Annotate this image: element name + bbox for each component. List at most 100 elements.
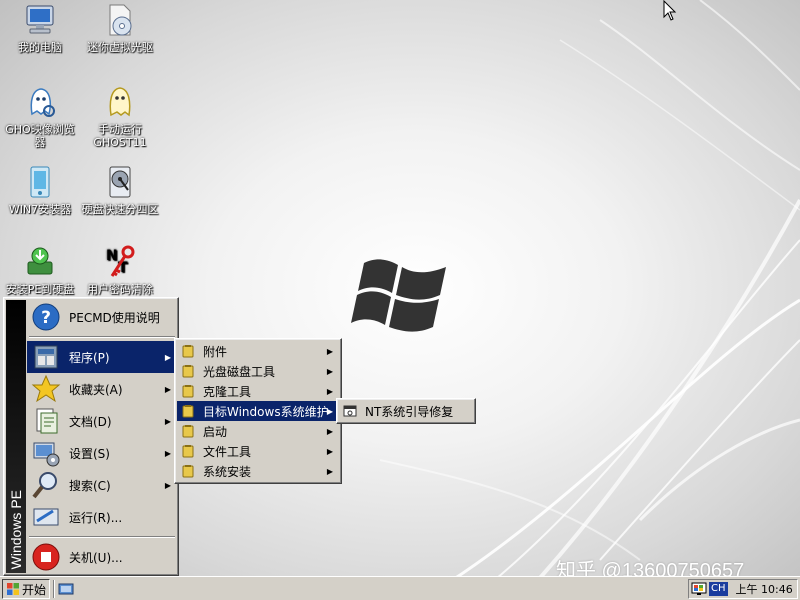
start-item-run[interactable]: 运行(R)...	[27, 501, 177, 533]
submenu-arrow-icon: ▶	[164, 416, 171, 426]
submenu-arrow-icon: ▶	[164, 480, 171, 490]
folder-icon	[182, 405, 194, 418]
disk-partition-icon	[109, 166, 131, 198]
side-band-text: Windows PE	[8, 489, 24, 569]
programs-item-accessories[interactable]: 附件 ▶	[177, 341, 339, 361]
programs-item-file-tools[interactable]: 文件工具 ▶	[177, 441, 339, 461]
start-item-label: 设置(S)	[69, 446, 110, 461]
maintenance-submenu: NT系统引导修复	[336, 398, 476, 424]
mouse-cursor-icon	[663, 0, 677, 21]
start-item-search[interactable]: 搜索(C) ▶	[27, 469, 177, 501]
system-tray: CH 上午 10:46	[688, 579, 798, 599]
start-item-label: 文档(D)	[69, 414, 112, 429]
start-item-shutdown[interactable]: 关机(U)...	[27, 541, 177, 573]
desktop-icon-virtual-drive[interactable]: 迷你虚拟光驱	[80, 2, 160, 54]
show-desktop-icon[interactable]	[58, 581, 74, 597]
start-menu: Windows PE ? PECMD使用说明 程序(P) ▶ 收藏夹(A) ▶	[3, 297, 179, 576]
maintenance-item-nt-boot-repair[interactable]: NT系统引导修复	[339, 401, 473, 421]
quicklaunch-separator	[53, 580, 55, 598]
settings-icon	[33, 442, 60, 467]
windows-logo	[351, 259, 446, 332]
taskbar: 开始 CH 上午 10:46	[0, 576, 800, 600]
folder-icon	[182, 345, 194, 358]
maintenance-item-label: NT系统引导修复	[365, 404, 454, 419]
start-menu-separator	[29, 336, 175, 338]
desktop-icon-label: 手动运行GHOST11	[93, 123, 147, 149]
my-computer-icon	[26, 5, 54, 34]
start-button[interactable]: 开始	[2, 579, 50, 599]
submenu-arrow-icon: ▶	[326, 346, 333, 356]
start-item-programs[interactable]: 程序(P) ▶	[27, 341, 177, 373]
programs-item-label: 光盘磁盘工具	[203, 364, 276, 379]
start-item-label: PECMD使用说明	[69, 310, 160, 325]
start-item-documents[interactable]: 文档(D) ▶	[27, 405, 177, 437]
help-icon: ?	[32, 303, 60, 331]
programs-item-label: 系统安装	[203, 464, 252, 479]
programs-item-label: 目标Windows系统维护	[203, 404, 329, 419]
start-item-label: 运行(R)...	[69, 510, 123, 525]
desktop-icon-label: 我的电脑	[18, 41, 62, 54]
desktop-icon-install-pe[interactable]: 安装PE到硬盘	[0, 244, 80, 296]
language-indicator[interactable]: CH	[709, 582, 728, 596]
start-item-settings[interactable]: 设置(S) ▶	[27, 437, 177, 469]
folder-icon	[182, 385, 194, 398]
desktop-icon-label: 用户密码清除	[87, 283, 153, 296]
virtual-drive-icon	[109, 4, 132, 36]
clock[interactable]: 上午 10:46	[736, 581, 793, 597]
desktop-icon-win7-installer[interactable]: WIN7安装器	[0, 164, 80, 216]
desktop-icon-label: 迷你虚拟光驱	[87, 41, 153, 54]
folder-icon	[182, 445, 194, 458]
desktop-icon-ghost-run[interactable]: 手动运行GHOST11	[80, 84, 160, 149]
programs-submenu: 附件 ▶ 光盘磁盘工具 ▶ 克隆工具 ▶ 目标Windows系统维护 ▶ 启动 …	[174, 338, 342, 484]
submenu-arrow-icon: ▶	[326, 426, 333, 436]
programs-item-system-install[interactable]: 系统安装 ▶	[177, 461, 339, 481]
ghost-browser-icon	[30, 88, 55, 117]
run-icon	[33, 508, 59, 526]
folder-icon	[182, 425, 194, 438]
submenu-arrow-icon: ▶	[326, 446, 333, 456]
start-item-favorites[interactable]: 收藏夹(A) ▶	[27, 373, 177, 405]
start-menu-separator	[29, 536, 175, 538]
start-item-label: 关机(U)...	[69, 550, 123, 565]
programs-item-startup[interactable]: 启动 ▶	[177, 421, 339, 441]
programs-item-label: 文件工具	[203, 444, 252, 459]
display-settings-icon[interactable]	[691, 582, 707, 596]
programs-icon	[34, 345, 58, 369]
desktop-icon-label: 安装PE到硬盘	[5, 283, 75, 296]
svg-text:?: ?	[41, 308, 51, 328]
ghost-run-icon	[109, 87, 131, 117]
svg-text:N: N	[106, 248, 118, 264]
favorites-icon	[31, 374, 61, 403]
app-window-icon	[343, 405, 357, 417]
desktop-icon-password-clear[interactable]: N T 用户密码清除	[80, 244, 160, 296]
programs-item-clone-tools[interactable]: 克隆工具 ▶	[177, 381, 339, 401]
win7-installer-icon	[30, 166, 50, 198]
install-pe-icon	[27, 247, 53, 275]
programs-item-label: 启动	[203, 424, 228, 439]
submenu-arrow-icon: ▶	[326, 466, 333, 476]
start-menu-side-band: Windows PE	[6, 300, 26, 573]
programs-item-disc-tools[interactable]: 光盘磁盘工具 ▶	[177, 361, 339, 381]
submenu-arrow-icon: ▶	[164, 384, 171, 394]
desktop-icon-disk-partition[interactable]: 硬盘快速分四区	[80, 164, 160, 216]
folder-icon	[182, 365, 194, 378]
start-item-label: 收藏夹(A)	[69, 382, 123, 397]
shutdown-icon	[32, 543, 60, 571]
folder-icon	[182, 465, 194, 478]
programs-item-target-windows-maintenance[interactable]: 目标Windows系统维护 ▶	[177, 401, 339, 421]
programs-item-label: 克隆工具	[203, 384, 252, 399]
start-item-label: 搜索(C)	[69, 478, 111, 493]
start-item-label: 程序(P)	[69, 350, 110, 365]
programs-item-label: 附件	[203, 344, 228, 359]
desktop-icon-label: GHO映像浏览器	[5, 123, 75, 149]
start-item-pecmd-help[interactable]: ? PECMD使用说明	[27, 301, 177, 333]
submenu-arrow-icon: ▶	[164, 352, 171, 362]
desktop-icon-ghost-browser[interactable]: GHO映像浏览器	[0, 84, 80, 149]
desktop-icon-label: 硬盘快速分四区	[81, 203, 159, 216]
submenu-arrow-icon: ▶	[326, 386, 333, 396]
desktop-icon-my-computer[interactable]: 我的电脑	[0, 2, 80, 54]
start-button-label: 开始	[22, 582, 47, 597]
desktop-icon-label: WIN7安装器	[8, 203, 72, 216]
submenu-arrow-icon: ▶	[326, 366, 333, 376]
submenu-arrow-icon: ▶	[164, 448, 171, 458]
